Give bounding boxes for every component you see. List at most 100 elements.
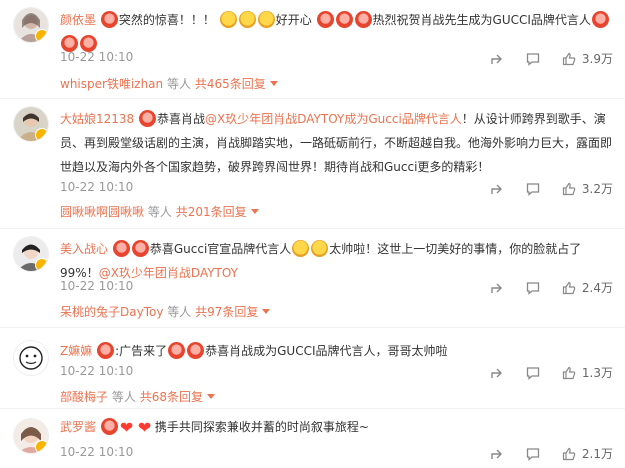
comment-text-part: 突然的惊喜！！！ bbox=[118, 13, 215, 27]
mention-link[interactable]: @X玖少年团肖战DAYTOY bbox=[99, 266, 238, 280]
reply-mid-text: 等人 bbox=[147, 205, 172, 219]
comment-item: 武罗酱 携手共同探索兼收并蓄的时尚叙事旅程~ 10-22 10:10 2.1万 bbox=[0, 409, 625, 468]
reply-summary[interactable]: 部酸梅子 等人 共68条回复 bbox=[60, 388, 215, 405]
comment-icon[interactable] bbox=[526, 447, 540, 461]
reply-summary[interactable]: whisper铁唯izhan 等人 共465条回复 bbox=[60, 75, 278, 92]
comment-actions: 1.3万 bbox=[468, 364, 613, 381]
comment-username[interactable]: 颜依墨 bbox=[60, 13, 96, 27]
chevron-down-icon bbox=[269, 81, 278, 86]
comment-text: 武罗酱 携手共同探索兼收并蓄的时尚叙事旅程~ bbox=[60, 415, 613, 439]
comment-username[interactable]: 美入战心 bbox=[60, 242, 108, 256]
reply-summary[interactable]: 呆桃的兔子DayToy 等人 共97条回复 bbox=[60, 303, 271, 320]
comment-text-part: 恭喜肖战 bbox=[157, 112, 206, 126]
verified-badge-icon bbox=[35, 258, 48, 271]
emoji-icon bbox=[238, 11, 256, 28]
comment-time: 10-22 10:10 bbox=[60, 364, 134, 378]
comment-meta: 10-22 10:10 2.1万 bbox=[60, 445, 613, 461]
chevron-down-icon bbox=[262, 309, 271, 314]
like-count: 1.3万 bbox=[581, 366, 613, 380]
avatar[interactable] bbox=[13, 236, 49, 272]
avatar[interactable] bbox=[13, 340, 49, 376]
emoji-icon bbox=[335, 11, 353, 28]
comment-text-part: 好开心 bbox=[275, 13, 312, 27]
comment-username[interactable]: Z嫲嫲 bbox=[60, 344, 92, 358]
comment-username[interactable]: 武罗酱 bbox=[60, 420, 96, 434]
comment-meta: 10-22 10:10 1.3万 bbox=[60, 364, 613, 380]
avatar[interactable] bbox=[13, 106, 49, 142]
comment-text-part: 恭喜Gucci官宣品牌代言人 bbox=[149, 242, 292, 256]
reply-mid-text: 等人 bbox=[111, 390, 136, 404]
share-icon[interactable] bbox=[490, 447, 504, 461]
like-icon[interactable] bbox=[562, 281, 576, 295]
comment-username[interactable]: 大姑娘12138 bbox=[60, 112, 134, 126]
share-icon[interactable] bbox=[490, 182, 504, 196]
verified-badge-icon bbox=[35, 29, 48, 42]
comment-icon[interactable] bbox=[526, 52, 540, 66]
reply-username[interactable]: 部酸梅子 bbox=[60, 390, 108, 404]
comment-text-part: 热烈祝贺肖战先生成为GUCCI品牌代言人 bbox=[372, 13, 591, 27]
like-icon[interactable] bbox=[562, 447, 576, 461]
comment-item: 美入战心 恭喜Gucci官宣品牌代言人 太帅啦！这世上一切美好的事情，你的脸就占了… bbox=[0, 229, 625, 328]
like-count: 3.9万 bbox=[581, 52, 613, 66]
emoji-icon bbox=[311, 240, 329, 257]
comment-icon[interactable] bbox=[526, 182, 540, 196]
emoji-icon bbox=[139, 110, 157, 127]
emoji-icon bbox=[168, 342, 186, 359]
reply-username[interactable]: 圆啾啾啊圆啾啾 bbox=[60, 205, 144, 219]
verified-badge-icon bbox=[35, 128, 48, 141]
reply-count[interactable]: 共201条回复 bbox=[176, 205, 247, 219]
comment-text-part: 恭喜肖战成为GUCCI品牌代言人，哥哥太帅啦 bbox=[205, 344, 448, 358]
reply-summary[interactable]: 圆啾啾啊圆啾啾 等人 共201条回复 bbox=[60, 203, 259, 220]
mention-link[interactable]: @X玖少年团肖战DAYTOY成为Gucci品牌代言人 bbox=[205, 112, 462, 126]
reply-mid-text: 等人 bbox=[167, 305, 192, 319]
comment-text: Z嫲嫲 :广告来了 恭喜肖战成为GUCCI品牌代言人，哥哥太帅啦 bbox=[60, 339, 613, 363]
comment-item: 大姑娘12138 恭喜肖战@X玖少年团肖战DAYTOY成为Gucci品牌代言人！… bbox=[0, 99, 625, 229]
share-icon[interactable] bbox=[490, 281, 504, 295]
comment-icon[interactable] bbox=[526, 281, 540, 295]
comment-time: 10-22 10:10 bbox=[60, 180, 134, 194]
comment-item: Z嫲嫲 :广告来了 恭喜肖战成为GUCCI品牌代言人，哥哥太帅啦 10-22 10… bbox=[0, 328, 625, 409]
reply-username[interactable]: whisper铁唯izhan bbox=[60, 77, 163, 91]
comment-text: 大姑娘12138 恭喜肖战@X玖少年团肖战DAYTOY成为Gucci品牌代言人！… bbox=[60, 107, 613, 179]
emoji-icon bbox=[100, 418, 118, 435]
like-icon[interactable] bbox=[562, 182, 576, 196]
heart-icon bbox=[120, 420, 136, 435]
share-icon[interactable] bbox=[490, 366, 504, 380]
like-count: 2.4万 bbox=[581, 281, 613, 295]
like-count: 3.2万 bbox=[581, 182, 613, 196]
comment-icon[interactable] bbox=[526, 366, 540, 380]
comment-text-part: 携手共同探索兼收并蓄的时尚叙事旅程~ bbox=[154, 420, 369, 434]
comment-meta: 10-22 10:10 2.4万 bbox=[60, 279, 613, 295]
comment-meta: 10-22 10:10 3.9万 bbox=[60, 50, 613, 66]
reply-username[interactable]: 呆桃的兔子DayToy bbox=[60, 305, 163, 319]
reply-count[interactable]: 共465条回复 bbox=[195, 77, 266, 91]
like-count: 2.1万 bbox=[581, 447, 613, 461]
comment-text-part: :广告来了 bbox=[115, 344, 168, 358]
chevron-down-icon bbox=[250, 209, 259, 214]
like-icon[interactable] bbox=[562, 52, 576, 66]
like-icon[interactable] bbox=[562, 366, 576, 380]
reply-count[interactable]: 共68条回复 bbox=[140, 390, 203, 404]
comment-item: 颜依墨 突然的惊喜！！！ 好开心 热烈祝贺肖战先生成为GUCCI品牌代言人 10… bbox=[0, 0, 625, 99]
emoji-icon bbox=[257, 11, 275, 28]
avatar[interactable] bbox=[13, 7, 49, 43]
emoji-icon bbox=[354, 11, 372, 28]
comment-text: 颜依墨 突然的惊喜！！！ 好开心 热烈祝贺肖战先生成为GUCCI品牌代言人 bbox=[60, 8, 613, 56]
emoji-icon bbox=[316, 11, 334, 28]
comment-meta: 10-22 10:10 3.2万 bbox=[60, 180, 613, 196]
reply-count[interactable]: 共97条回复 bbox=[195, 305, 258, 319]
avatar[interactable] bbox=[13, 418, 49, 454]
verified-badge-icon bbox=[35, 440, 48, 453]
comment-actions: 2.4万 bbox=[468, 279, 613, 296]
comment-actions: 3.9万 bbox=[468, 50, 613, 67]
share-icon[interactable] bbox=[490, 52, 504, 66]
emoji-icon bbox=[112, 240, 130, 257]
emoji-icon bbox=[219, 11, 237, 28]
emoji-icon bbox=[100, 11, 118, 28]
comment-text: 美入战心 恭喜Gucci官宣品牌代言人 太帅啦！这世上一切美好的事情，你的脸就占了… bbox=[60, 237, 613, 285]
reply-mid-text: 等人 bbox=[166, 77, 191, 91]
chevron-down-icon bbox=[206, 394, 215, 399]
comment-time: 10-22 10:10 bbox=[60, 445, 134, 459]
comment-actions: 3.2万 bbox=[468, 180, 613, 197]
comment-time: 10-22 10:10 bbox=[60, 50, 134, 64]
